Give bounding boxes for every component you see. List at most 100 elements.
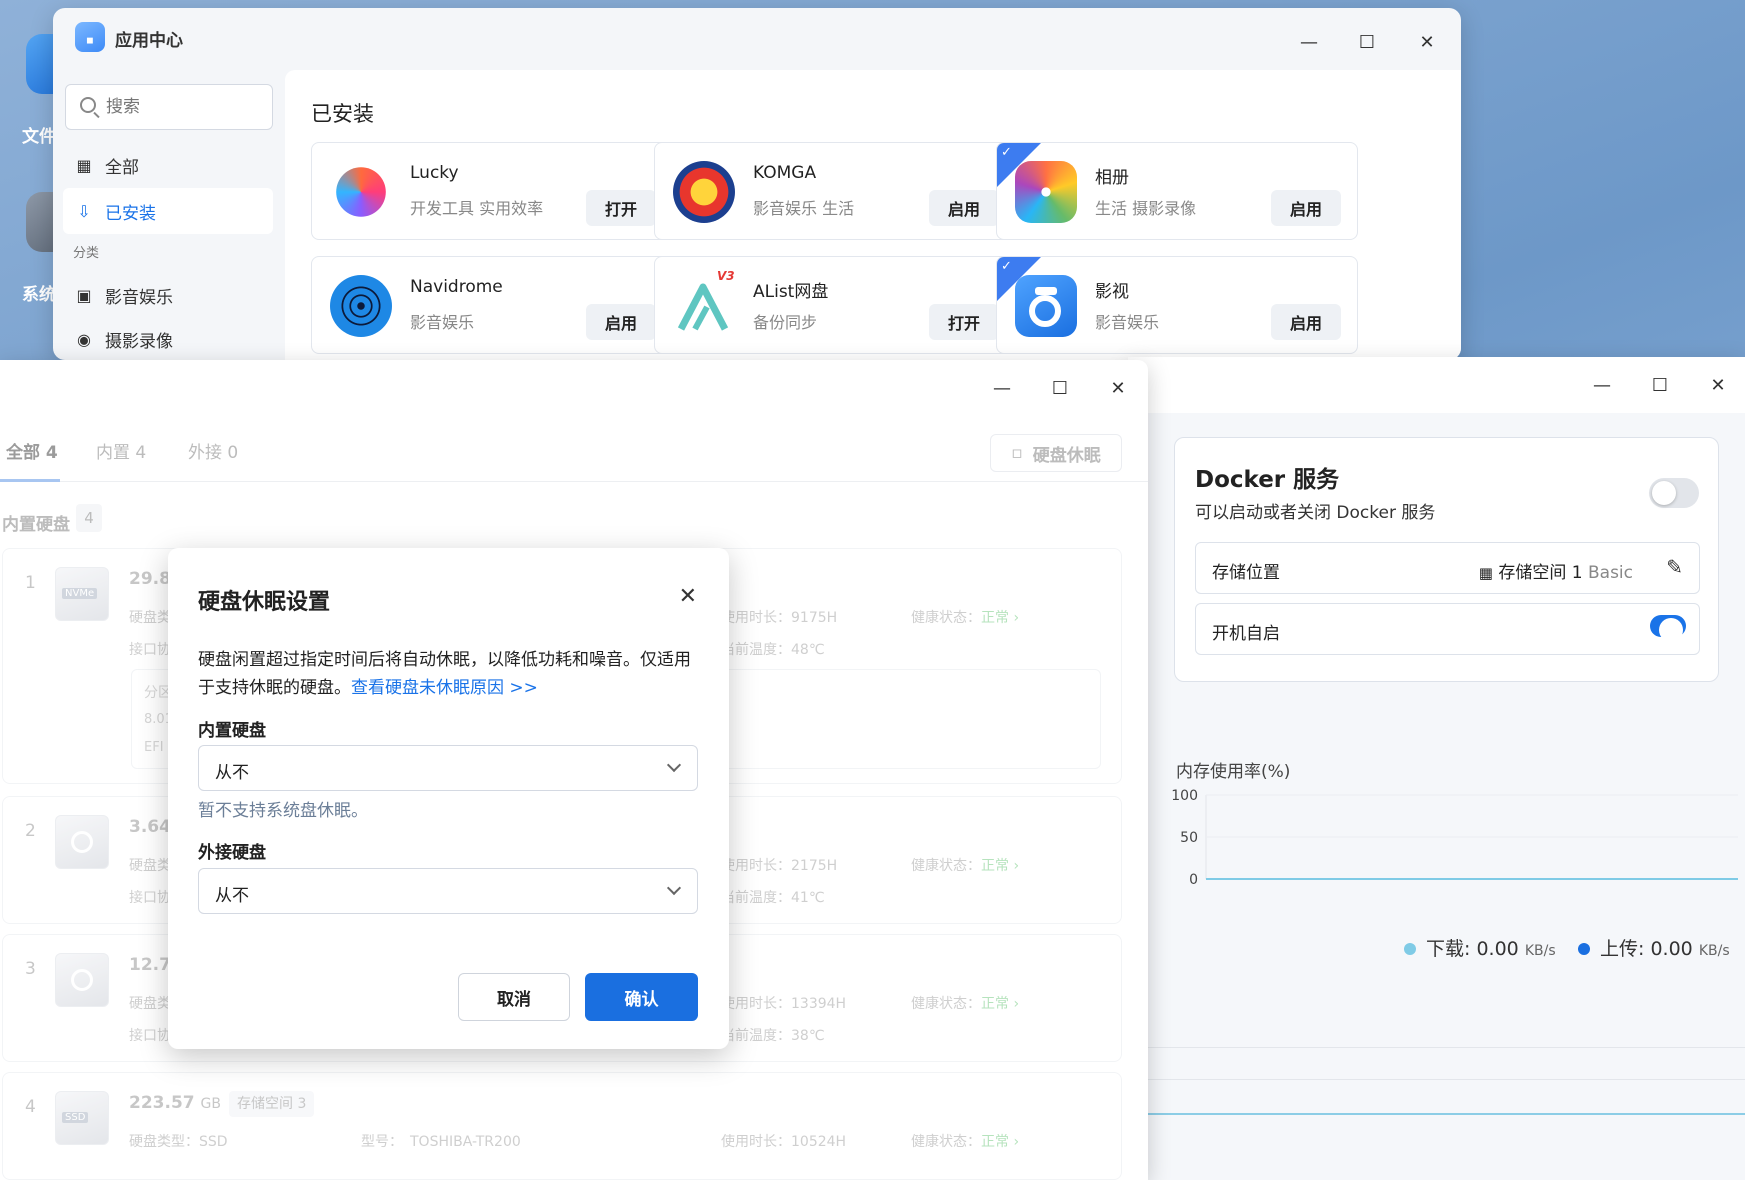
app-tags: 备份同步 — [753, 313, 818, 332]
external-disk-label: 外接硬盘 — [198, 843, 266, 863]
alist-app-icon — [673, 275, 735, 337]
app-tags: 影音娱乐 — [410, 313, 475, 332]
window-titlebar[interactable]: ◼ 应用中心 — ☐ ✕ — [53, 8, 1461, 70]
internal-disk-label: 内置硬盘 — [198, 721, 266, 741]
official-badge-icon: ✓ — [1001, 259, 1012, 274]
upload-value: 0.00 — [1650, 938, 1693, 960]
open-button[interactable]: 打开 — [586, 190, 656, 226]
app-name: Navidrome — [410, 277, 503, 297]
photos-app-icon — [1015, 161, 1077, 223]
chart-y-tick-label: 50 — [1180, 830, 1198, 846]
video-app-icon — [1015, 275, 1077, 337]
app-card-lucky[interactable]: Lucky 开发工具 实用效率 打开 — [311, 142, 673, 240]
system-disk-hint: 暂不支持系统盘休眠。 — [198, 801, 368, 821]
upload-unit: KB/s — [1698, 943, 1730, 959]
app-name: 影视 — [1095, 282, 1129, 302]
close-button[interactable]: ✕ — [1415, 30, 1439, 54]
official-badge-icon: ✓ — [1001, 145, 1012, 160]
dialog-description: 硬盘闲置超过指定时间后将自动休眠，以降低功耗和噪音。仅适用于支持休眠的硬盘。查看… — [198, 646, 698, 702]
storage-location-row: 存储位置 ▦ 存储空间 1 Basic ✎ — [1195, 542, 1700, 594]
minimize-button[interactable]: — — [1590, 373, 1614, 397]
grid-icon: ▦ — [76, 155, 92, 175]
video-icon: ▣ — [76, 285, 92, 305]
storage-pool-name: 存储空间 1 — [1498, 563, 1583, 583]
maximize-button[interactable]: ☐ — [1648, 373, 1672, 397]
minimize-button[interactable]: — — [1297, 30, 1321, 54]
search-box[interactable] — [65, 84, 273, 130]
download-legend: 下载: 0.00 KB/s — [1404, 934, 1556, 961]
search-input[interactable] — [106, 95, 256, 119]
search-icon — [80, 97, 96, 113]
confirm-button[interactable]: 确认 — [585, 973, 698, 1021]
autostart-toggle[interactable] — [1650, 615, 1686, 642]
sleep-reason-link[interactable]: 查看硬盘未休眠原因 >> — [351, 678, 538, 698]
storage-location-label: 存储位置 — [1212, 563, 1280, 583]
app-center-sidebar: ▦ 全部 ⇩ 已安装 分类 ▣ 影音娱乐 ◉ 摄影录像 — [53, 70, 285, 360]
download-value: 0.00 — [1476, 938, 1519, 960]
storage-pool-type: Basic — [1587, 563, 1633, 583]
docker-title: Docker 服务 — [1195, 467, 1340, 493]
camera-icon: ◉ — [77, 329, 91, 349]
download-label: 下载: — [1426, 938, 1471, 960]
app-card-alist[interactable]: V3 AList网盘 备份同步 打开 — [654, 256, 1016, 354]
nav-item-installed[interactable]: ⇩ 已安装 — [63, 188, 273, 234]
divider — [1128, 1079, 1745, 1080]
edit-icon[interactable]: ✎ — [1666, 555, 1683, 579]
minimize-button[interactable]: — — [990, 376, 1014, 400]
nav-item-all[interactable]: ▦ 全部 — [63, 142, 273, 188]
app-center-window: ◼ 应用中心 — ☐ ✕ ▦ 全部 ⇩ 已安装 分类 ▣ 影音娱乐 ◉ 摄影录像… — [53, 8, 1461, 360]
installed-icon: ⇩ — [77, 201, 91, 221]
enable-button[interactable]: 启用 — [586, 304, 656, 340]
desktop-icon-label: 文件 — [22, 127, 56, 147]
open-button[interactable]: 打开 — [929, 304, 999, 340]
internal-disk-select[interactable]: 从不 — [198, 745, 698, 791]
docker-window: — ☐ ✕ Docker 服务 可以启动或者关闭 Docker 服务 存储位置 … — [1128, 357, 1745, 1180]
maximize-button[interactable]: ☐ — [1048, 376, 1072, 400]
maximize-button[interactable]: ☐ — [1355, 30, 1379, 54]
download-legend-dot — [1404, 943, 1416, 955]
memory-chart-title: 内存使用率(%) — [1176, 762, 1291, 782]
storage-location-value: ▦ 存储空间 1 Basic — [1479, 558, 1633, 583]
enable-button[interactable]: 启用 — [929, 190, 999, 226]
category-item-video[interactable]: ▣ 影音娱乐 — [63, 272, 273, 318]
app-name: AList网盘 — [753, 282, 829, 302]
window-title: 应用中心 — [115, 31, 183, 51]
app-tags: 影音娱乐 生活 — [753, 199, 855, 218]
category-heading: 分类 — [73, 246, 100, 261]
app-tags: 开发工具 实用效率 — [410, 199, 544, 218]
window-titlebar[interactable]: — ☐ ✕ — [1128, 357, 1745, 413]
close-icon[interactable]: ✕ — [679, 584, 697, 609]
app-name: KOMGA — [753, 163, 817, 183]
alist-version-badge: V3 — [717, 269, 735, 283]
app-card-navidrome[interactable]: Navidrome 影音娱乐 启用 — [311, 256, 673, 354]
app-center-logo: ◼ — [75, 22, 105, 52]
page-title: 已安装 — [311, 102, 374, 126]
app-name: 相册 — [1095, 168, 1129, 188]
docker-service-toggle[interactable] — [1649, 478, 1699, 508]
nav-item-label: 已安装 — [105, 203, 156, 224]
chevron-down-icon — [666, 757, 682, 773]
app-name: Lucky — [410, 163, 459, 183]
docker-service-card: Docker 服务 可以启动或者关闭 Docker 服务 存储位置 ▦ 存储空间… — [1174, 437, 1719, 682]
category-item-photo[interactable]: ◉ 摄影录像 — [63, 316, 273, 360]
external-disk-select[interactable]: 从不 — [198, 868, 698, 914]
close-button[interactable]: ✕ — [1706, 373, 1730, 397]
app-card-video[interactable]: ✓ 影视 影音娱乐 启用 — [996, 256, 1358, 354]
enable-button[interactable]: 启用 — [1271, 304, 1341, 340]
chart-y-tick-label: 100 — [1171, 788, 1198, 804]
komga-app-icon — [673, 161, 735, 223]
app-card-komga[interactable]: KOMGA 影音娱乐 生活 启用 — [654, 142, 1016, 240]
category-label: 摄影录像 — [105, 331, 173, 352]
download-unit: KB/s — [1524, 943, 1556, 959]
enable-button[interactable]: 启用 — [1271, 190, 1341, 226]
close-button[interactable]: ✕ — [1106, 376, 1130, 400]
app-tags: 影音娱乐 — [1095, 313, 1160, 332]
app-card-photos[interactable]: ✓ 相册 生活 摄影录像 启用 — [996, 142, 1358, 240]
cancel-button[interactable]: 取消 — [458, 973, 570, 1021]
autostart-label: 开机自启 — [1212, 624, 1280, 644]
window-titlebar[interactable]: — ☐ ✕ — [0, 360, 1148, 416]
internal-disk-value: 从不 — [215, 763, 249, 783]
docker-subtitle: 可以启动或者关闭 Docker 服务 — [1195, 503, 1436, 523]
network-chart-baseline — [1128, 1113, 1745, 1115]
disk-sleep-dialog: 硬盘休眠设置 ✕ 硬盘闲置超过指定时间后将自动休眠，以降低功耗和噪音。仅适用于支… — [168, 548, 729, 1049]
